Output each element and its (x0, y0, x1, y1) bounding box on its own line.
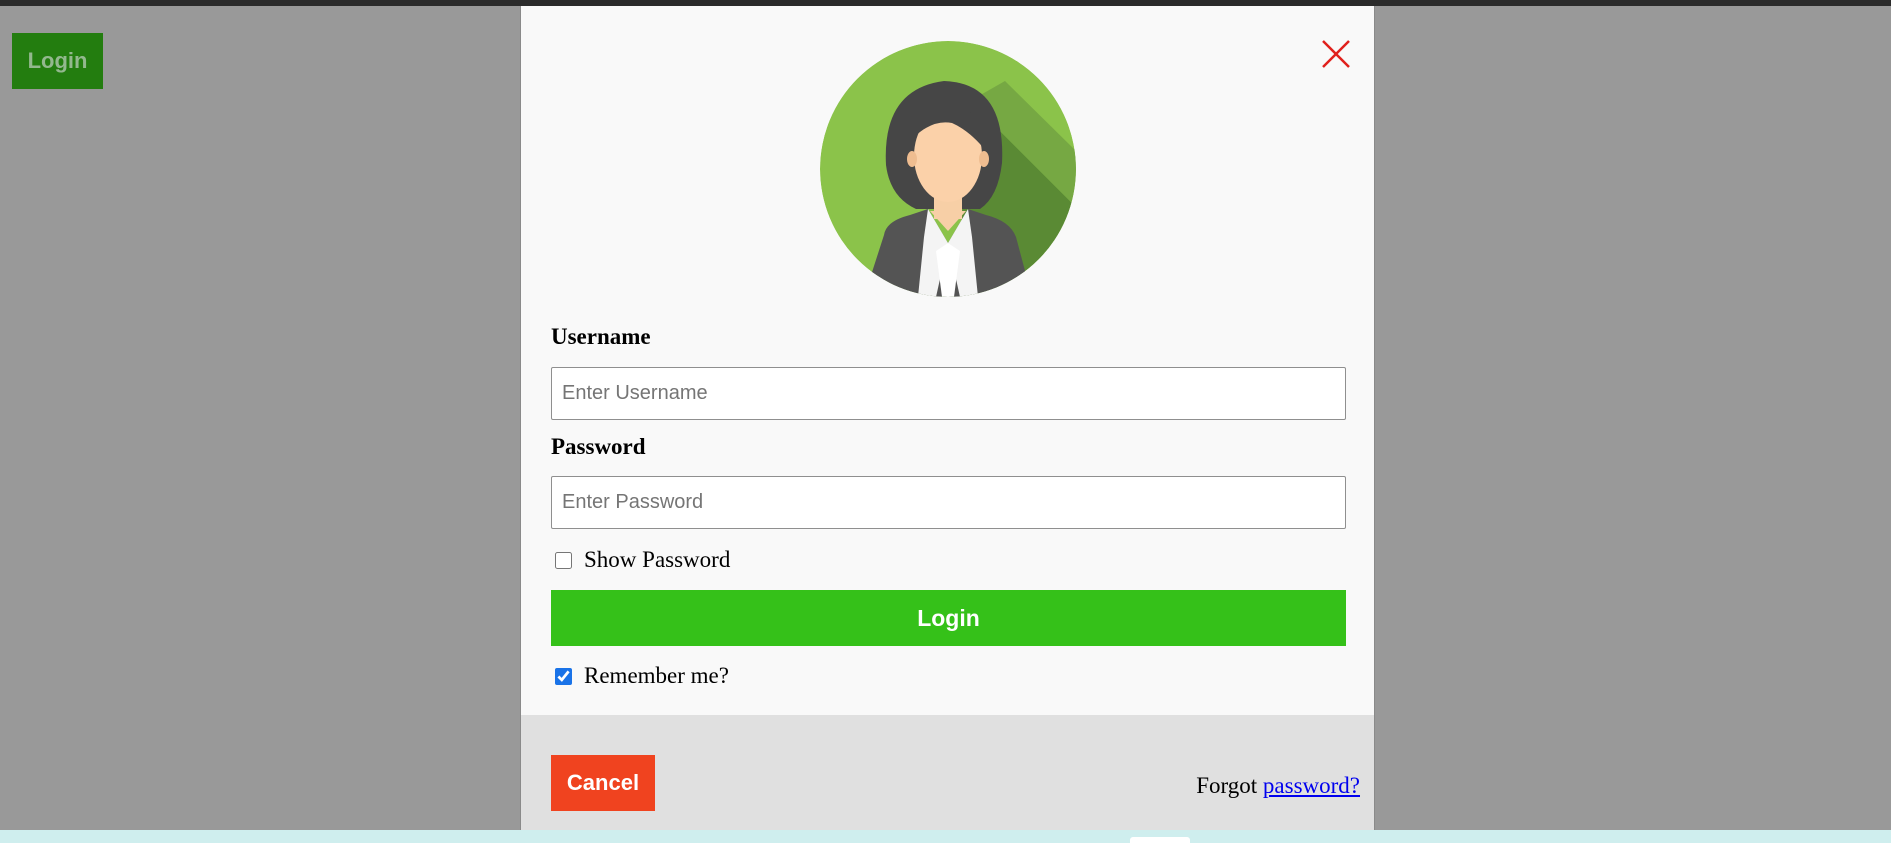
female-avatar-icon (820, 41, 1076, 297)
bottom-tab (1130, 837, 1190, 843)
username-input[interactable] (551, 367, 1346, 420)
remember-me-checkbox[interactable] (555, 667, 572, 685)
browser-bottom-edge (0, 830, 1891, 843)
login-submit-button[interactable]: Login (551, 590, 1346, 646)
remember-me-label: Remember me? (584, 663, 729, 688)
show-password-row: Show Password (555, 547, 730, 573)
modal-footer: Cancel Forgot password? (521, 715, 1374, 830)
remember-me-row: Remember me? (555, 663, 729, 689)
password-label: Password (551, 434, 646, 459)
forgot-password-link[interactable]: password? (1263, 773, 1360, 798)
cancel-button[interactable]: Cancel (551, 755, 655, 811)
username-label: Username (551, 324, 651, 349)
open-login-button[interactable]: Login (12, 33, 103, 89)
close-icon[interactable] (1318, 36, 1354, 72)
password-input[interactable] (551, 476, 1346, 529)
show-password-label: Show Password (584, 547, 731, 572)
forgot-prefix: Forgot (1196, 773, 1258, 798)
show-password-checkbox[interactable] (555, 551, 572, 569)
login-modal: Username Password Show Password Login Re… (520, 6, 1375, 830)
forgot-password-text: Forgot password? (1196, 773, 1360, 799)
